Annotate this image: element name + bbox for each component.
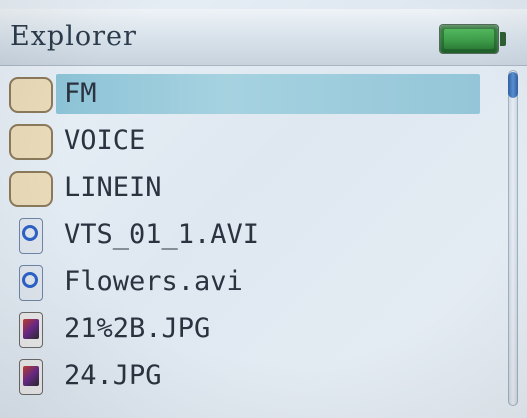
list-item-label: VOICE [64,125,146,156]
list-item-label: 21%2B.JPG [64,313,211,344]
list-item[interactable]: Flowers.avi [0,260,490,307]
list-item[interactable]: FM [0,72,490,119]
list-item-label: LINEIN [64,172,162,203]
scrollbar-track[interactable] [508,70,518,406]
list-item-label: 24.JPG [64,360,162,391]
page-title: Explorer [10,21,137,52]
folder-icon [9,77,53,113]
video-file-icon [9,218,53,254]
battery-icon [440,25,498,53]
list-item[interactable]: VOICE [0,119,490,166]
image-file-icon [9,359,53,395]
folder-icon [9,171,53,207]
video-file-icon [9,265,53,301]
scrollbar-thumb[interactable] [508,72,518,98]
device-screen: Explorer FM VOICE LINEIN VTS_01_1.AVI Fl… [0,0,527,418]
image-file-icon [9,312,53,348]
list-item-label: FM [64,78,97,109]
battery-level [444,29,494,49]
list-item-label: Flowers.avi [64,266,243,297]
file-list: FM VOICE LINEIN VTS_01_1.AVI Flowers.avi… [0,72,490,401]
title-bar: Explorer [0,9,527,66]
list-item[interactable]: 21%2B.JPG [0,307,490,354]
list-item-label: VTS_01_1.AVI [64,219,260,250]
battery-tip [500,32,506,46]
list-item[interactable]: LINEIN [0,166,490,213]
list-item[interactable]: VTS_01_1.AVI [0,213,490,260]
selection-highlight [56,74,480,114]
list-item[interactable]: 24.JPG [0,354,490,401]
folder-icon [9,124,53,160]
